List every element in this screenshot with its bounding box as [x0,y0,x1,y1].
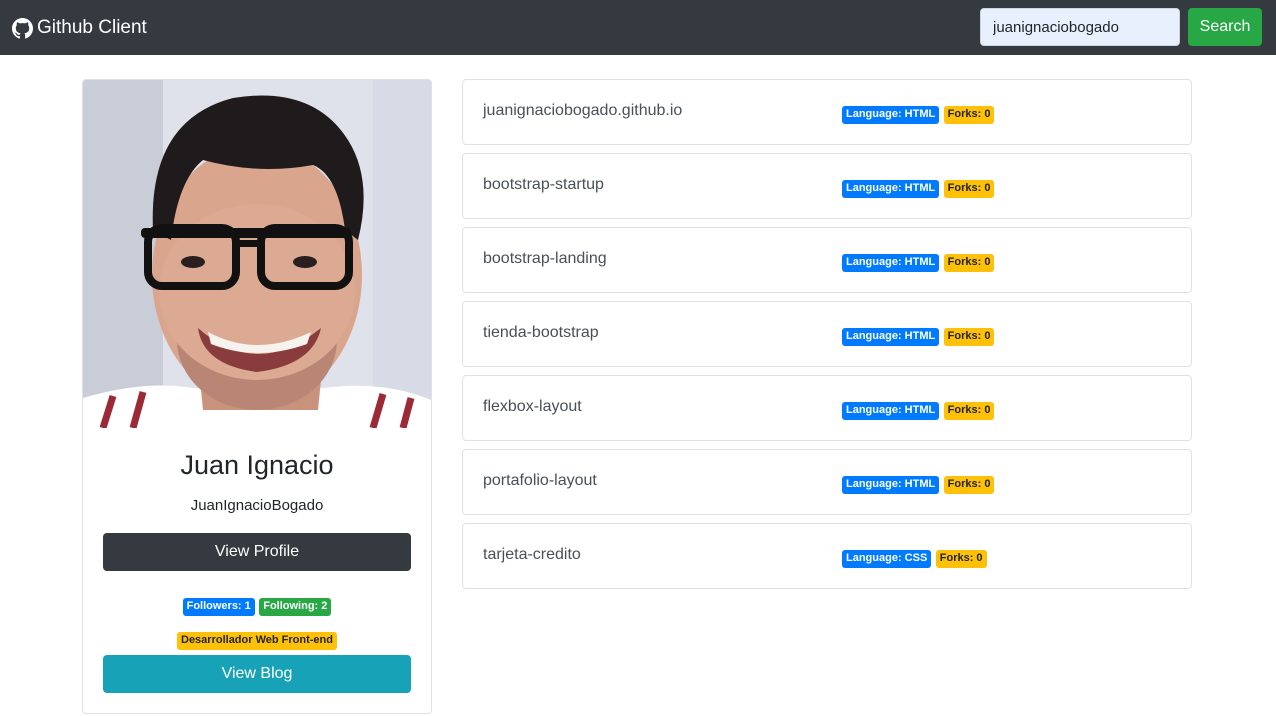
search-input[interactable] [980,8,1180,46]
bio-badge: Desarrollador Web Front-end [177,632,337,650]
repo-name[interactable]: bootstrap-landing [483,250,607,268]
language-badge: Language: HTML [842,328,940,346]
view-blog-button[interactable]: View Blog [103,655,411,693]
repo-name[interactable]: bootstrap-startup [483,176,604,194]
forks-badge: Forks: 0 [935,550,987,568]
forks-badge: Forks: 0 [943,180,995,198]
repo-badges: Language: HTML Forks: 0 [842,178,995,198]
repo-badges: Language: HTML Forks: 0 [842,252,995,272]
brand-label: Github Client [37,17,147,38]
repo-name[interactable]: portafolio-layout [483,472,597,490]
forks-badge: Forks: 0 [943,106,995,124]
repo-card[interactable]: portafolio-layout Language: HTML Forks: … [462,449,1192,515]
repo-card[interactable]: tarjeta-credito Language: CSS Forks: 0 [462,523,1192,589]
view-profile-button[interactable]: View Profile [103,533,411,571]
profile-login: JuanIgnacioBogado [190,497,324,514]
repo-card[interactable]: tienda-bootstrap Language: HTML Forks: 0 [462,301,1192,367]
forks-badge: Forks: 0 [943,402,995,420]
following-badge: Following: 2 [259,598,332,616]
repo-badges: Language: HTML Forks: 0 [842,104,995,124]
repo-badges: Language: HTML Forks: 0 [842,326,995,346]
repo-badges: Language: CSS Forks: 0 [842,548,987,568]
repo-badges: Language: HTML Forks: 0 [842,474,995,494]
repo-name[interactable]: tarjeta-credito [483,546,581,564]
language-badge: Language: CSS [842,550,932,568]
language-badge: Language: HTML [842,254,940,272]
repo-badges: Language: HTML Forks: 0 [842,400,995,420]
language-badge: Language: HTML [842,106,940,124]
language-badge: Language: HTML [842,402,940,420]
forks-badge: Forks: 0 [943,476,995,494]
profile-card: Juan Ignacio JuanIgnacioBogado View Prof… [82,79,432,714]
github-icon [12,17,33,38]
repo-card[interactable]: juanignaciobogado.github.io Language: HT… [462,79,1192,145]
repo-name[interactable]: flexbox-layout [483,398,582,416]
search-button[interactable]: Search [1188,8,1262,46]
repo-card[interactable]: bootstrap-landing Language: HTML Forks: … [462,227,1192,293]
profile-bio-row: Desarrollador Web Front-end [83,630,431,650]
followers-badge: Followers: 1 [182,598,255,616]
forks-badge: Forks: 0 [943,254,995,272]
repo-card[interactable]: bootstrap-startup Language: HTML Forks: … [462,153,1192,219]
language-badge: Language: HTML [842,180,940,198]
navbar: Github Client Search [0,0,1276,55]
repo-name[interactable]: juanignaciobogado.github.io [483,102,682,120]
repo-name[interactable]: tienda-bootstrap [483,324,599,342]
profile-counts: Followers: 1 Following: 2 [83,596,431,616]
repo-card[interactable]: flexbox-layout Language: HTML Forks: 0 [462,375,1192,441]
profile-name: Juan Ignacio [180,450,334,480]
language-badge: Language: HTML [842,476,940,494]
avatar [83,80,431,428]
brand[interactable]: Github Client [12,14,147,42]
forks-badge: Forks: 0 [943,328,995,346]
